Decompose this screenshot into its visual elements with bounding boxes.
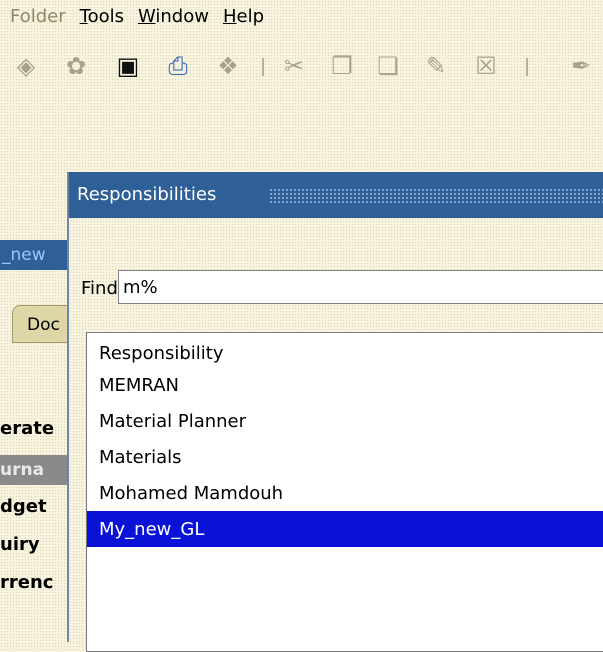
list-item-label: MEMRAN	[99, 375, 179, 396]
menu-window[interactable]: Window	[138, 6, 209, 27]
paste-icon[interactable]: ❏	[372, 50, 404, 82]
print-icon[interactable]: ⎙	[162, 50, 194, 82]
menu-window-rest: indow	[155, 5, 209, 27]
list-item-label: My_new_GL	[99, 519, 205, 540]
list-item[interactable]: Materials	[87, 439, 603, 475]
navigate-icon[interactable]: ✿	[60, 50, 92, 82]
toolbar-separator	[262, 58, 264, 76]
menu-tools-mnemonic: T	[79, 5, 88, 27]
close-form-icon[interactable]: ❖	[212, 50, 244, 82]
open-icon[interactable]: ◈	[10, 50, 42, 82]
menu-help-mnemonic: H	[222, 5, 237, 27]
toolbar-separator	[526, 58, 528, 76]
responsibilities-dialog: Responsibilities Find Responsibility MEM…	[67, 172, 603, 652]
attachment-icon[interactable]: ✒	[566, 50, 596, 82]
edit-field-icon[interactable]: ✎	[420, 50, 452, 82]
save-icon[interactable]: ▣	[112, 50, 144, 82]
list-item-selected[interactable]: My_new_GL	[87, 511, 603, 547]
list-column-header: Responsibility	[87, 333, 603, 367]
background-section-bar: urna	[0, 455, 68, 485]
menu-tools[interactable]: Tools	[80, 6, 124, 27]
menu-tools-rest: ools	[87, 5, 124, 27]
dialog-title: Responsibilities	[77, 184, 217, 205]
toolbar: ◈ ✿ ▣ ⎙ ❖ ✂ ❐ ❏ ✎ ☒ ✒	[0, 44, 603, 96]
menu-help-rest: elp	[236, 5, 265, 27]
find-label: Find	[81, 278, 118, 299]
background-text-line: erate	[0, 418, 55, 439]
list-item[interactable]: MEMRAN	[87, 367, 603, 403]
list-item[interactable]: Mohamed Mamdouh	[87, 475, 603, 511]
list-item[interactable]: Material Planner	[87, 403, 603, 439]
background-text-line: dget	[0, 496, 47, 517]
list-item-label: Mohamed Mamdouh	[99, 483, 284, 504]
background-text-line: uiry	[0, 534, 40, 555]
cut-icon[interactable]: ✂	[278, 50, 310, 82]
background-text-line: rrenc	[0, 572, 54, 593]
copy-icon[interactable]: ❐	[326, 50, 358, 82]
menu-bar: Folder Tools Window Help	[0, 0, 603, 32]
dialog-titlebar[interactable]: Responsibilities	[69, 172, 603, 218]
menu-window-mnemonic: W	[137, 5, 156, 27]
titlebar-grip	[269, 188, 603, 204]
find-input[interactable]	[118, 270, 603, 304]
menu-help[interactable]: Help	[223, 6, 264, 27]
list-item-label: Materials	[99, 447, 182, 468]
column-header-responsibility: Responsibility	[99, 343, 224, 364]
list-item-label: Material Planner	[99, 411, 247, 432]
background-window-tab[interactable]: Doc	[12, 305, 74, 343]
responsibility-list: Responsibility MEMRAN Material Planner M…	[86, 332, 603, 652]
menu-folder[interactable]: Folder	[10, 6, 66, 27]
background-window-title: _new	[0, 240, 72, 270]
clear-record-icon[interactable]: ☒	[470, 50, 502, 82]
